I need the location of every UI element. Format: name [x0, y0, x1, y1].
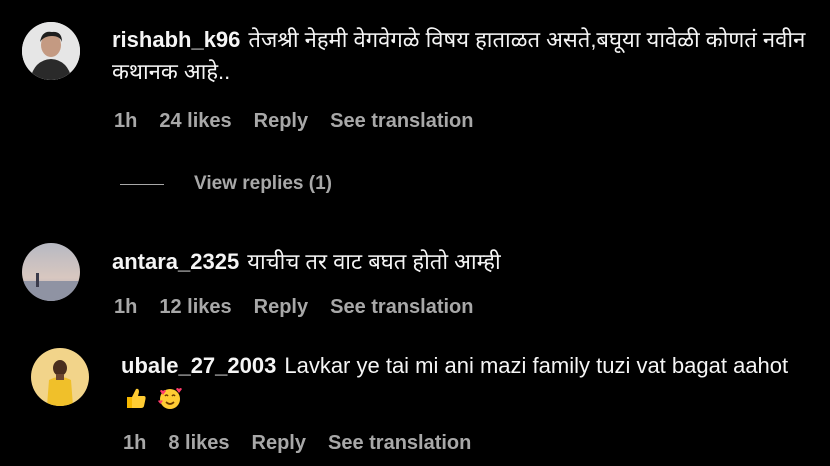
user-avatar-icon	[31, 348, 89, 406]
user-avatar-icon	[22, 243, 80, 301]
user-avatar-icon	[22, 22, 80, 80]
avatar[interactable]	[22, 22, 80, 80]
comment-time: 1h	[123, 432, 147, 454]
avatar[interactable]	[31, 348, 89, 406]
reply-button[interactable]: Reply	[254, 296, 308, 319]
view-replies-label[interactable]: View replies (1)	[194, 173, 332, 195]
comment-meta: 1h 8 likes Reply See translation	[123, 432, 493, 455]
view-replies-button[interactable]: View replies (1)	[120, 173, 332, 195]
avatar[interactable]	[22, 243, 80, 301]
divider-line	[120, 183, 164, 185]
comment-meta: 1h 24 likes Reply See translation	[114, 110, 496, 133]
reply-button[interactable]: Reply	[252, 432, 306, 455]
comment-time: 1h	[114, 110, 138, 132]
comment-likes[interactable]: 8 likes	[168, 432, 229, 455]
comment-likes[interactable]: 12 likes	[159, 296, 231, 319]
comment-text: Lavkar ye tai mi ani mazi family tuzi va…	[284, 353, 789, 378]
reply-button[interactable]: Reply	[254, 110, 308, 133]
see-translation-button[interactable]: See translation	[328, 432, 471, 455]
comment-username[interactable]: antara_2325	[112, 249, 239, 274]
comment-username[interactable]: ubale_27_2003	[121, 353, 276, 378]
comment-body: antara_2325 याचीच तर वाट बघत होतो आम्ही	[112, 246, 822, 278]
comment-body: ubale_27_2003 Lavkar ye tai mi ani mazi f…	[121, 350, 821, 414]
comment-text: याचीच तर वाट बघत होतो आम्ही	[247, 249, 501, 274]
comment-likes[interactable]: 24 likes	[159, 110, 231, 133]
thumbs-up-emoji-icon	[127, 388, 146, 408]
see-translation-button[interactable]: See translation	[330, 296, 473, 319]
comment-time: 1h	[114, 296, 138, 318]
smiling-face-with-hearts-emoji-icon	[158, 388, 183, 409]
comment-body: rishabh_k96 तेजश्री नेहमी वेगवेगळे विषय ह…	[112, 24, 822, 88]
comment-meta: 1h 12 likes Reply See translation	[114, 296, 496, 319]
see-translation-button[interactable]: See translation	[330, 110, 473, 133]
comment-username[interactable]: rishabh_k96	[112, 27, 240, 52]
